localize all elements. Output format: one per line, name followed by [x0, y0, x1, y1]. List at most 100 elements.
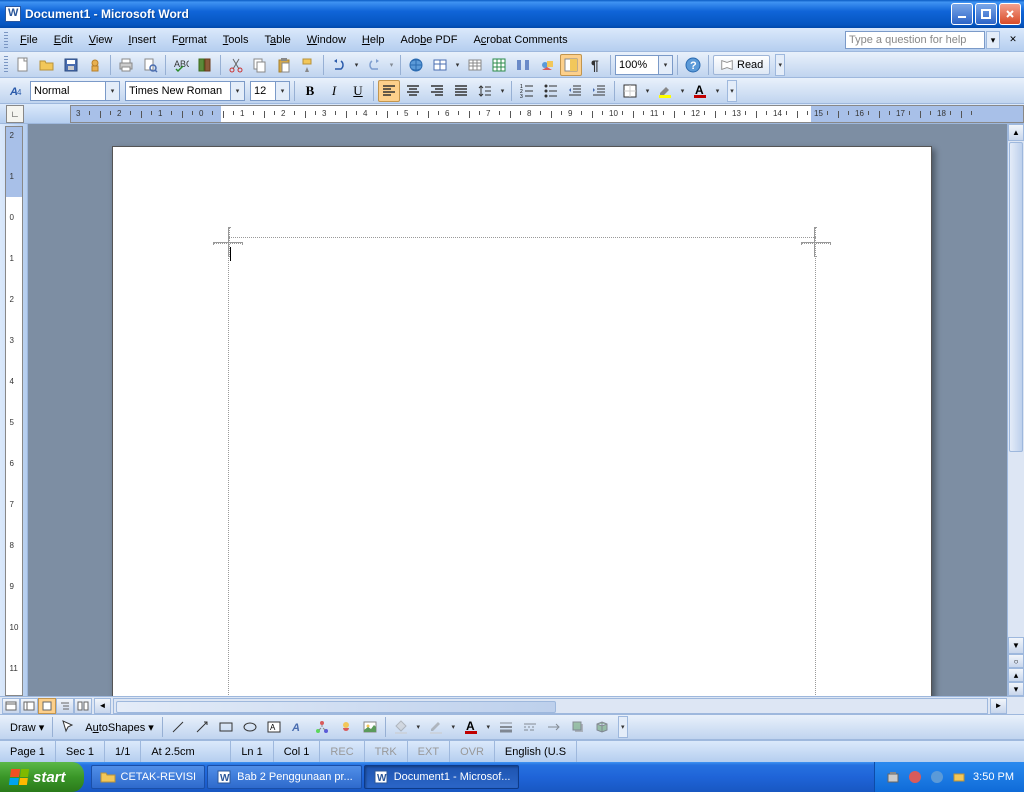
- hyperlink-button[interactable]: [405, 54, 427, 76]
- textbox-button[interactable]: A: [263, 716, 285, 738]
- help-dropdown[interactable]: ▾: [986, 31, 1000, 49]
- menu-tools[interactable]: Tools: [215, 32, 257, 48]
- menu-edit[interactable]: Edit: [46, 32, 81, 48]
- browse-object-button[interactable]: ○: [1008, 654, 1024, 668]
- tables-dropdown[interactable]: ▾: [453, 54, 462, 76]
- toolbar-options-3[interactable]: ▾: [618, 716, 628, 738]
- font-color-draw-button[interactable]: A: [460, 716, 482, 738]
- border-button[interactable]: [619, 80, 641, 102]
- scroll-left-button[interactable]: ◄: [94, 698, 111, 714]
- wordart-button[interactable]: A: [287, 716, 309, 738]
- tray-clock[interactable]: 3:50 PM: [973, 771, 1014, 783]
- menu-file[interactable]: File: [12, 32, 46, 48]
- toolbar-options[interactable]: ▾: [775, 54, 785, 76]
- undo-button[interactable]: [328, 54, 350, 76]
- menu-adobe-pdf[interactable]: Adobe PDF: [393, 32, 466, 48]
- decrease-indent-button[interactable]: [564, 80, 586, 102]
- size-dropdown[interactable]: ▾: [276, 81, 290, 101]
- close-doc-button[interactable]: ✕: [1006, 31, 1020, 49]
- italic-button[interactable]: I: [323, 80, 345, 102]
- drawing-button[interactable]: [536, 54, 558, 76]
- open-button[interactable]: [36, 54, 58, 76]
- draw-menu[interactable]: Draw ▾: [6, 719, 48, 736]
- tab-selector[interactable]: ∟: [6, 105, 24, 123]
- highlight-dropdown[interactable]: ▾: [678, 80, 687, 102]
- print-preview-button[interactable]: [139, 54, 161, 76]
- scroll-down-button[interactable]: ▼: [1008, 637, 1024, 654]
- font-combo[interactable]: ▾: [125, 81, 245, 101]
- line-button[interactable]: [167, 716, 189, 738]
- status-ext[interactable]: EXT: [408, 741, 450, 762]
- bullets-button[interactable]: [540, 80, 562, 102]
- font-color-button[interactable]: A: [689, 80, 711, 102]
- size-input[interactable]: [250, 81, 276, 101]
- excel-button[interactable]: [488, 54, 510, 76]
- autoshapes-menu[interactable]: AutoShapes ▾: [81, 719, 158, 736]
- underline-button[interactable]: U: [347, 80, 369, 102]
- toolbar-options-2[interactable]: ▾: [727, 80, 737, 102]
- style-dropdown[interactable]: ▾: [106, 81, 120, 101]
- font-dropdown[interactable]: ▾: [231, 81, 245, 101]
- fill-color-dropdown[interactable]: ▾: [414, 716, 423, 738]
- menu-table[interactable]: Table: [256, 32, 298, 48]
- paste-button[interactable]: [273, 54, 295, 76]
- show-hide-button[interactable]: ¶: [584, 54, 606, 76]
- tables-borders-button[interactable]: [429, 54, 451, 76]
- highlight-button[interactable]: [654, 80, 676, 102]
- menu-window[interactable]: Window: [299, 32, 354, 48]
- line-color-dropdown[interactable]: ▾: [449, 716, 458, 738]
- justify-button[interactable]: [450, 80, 472, 102]
- document-page[interactable]: [112, 146, 932, 696]
- copy-button[interactable]: [249, 54, 271, 76]
- zoom-combo[interactable]: ▾: [615, 55, 673, 75]
- line-spacing-dropdown[interactable]: ▾: [498, 80, 507, 102]
- minimize-button[interactable]: [951, 3, 973, 25]
- print-button[interactable]: [115, 54, 137, 76]
- scroll-right-button[interactable]: ►: [990, 698, 1007, 714]
- vertical-ruler[interactable]: 210123456789101112: [5, 126, 23, 696]
- fill-color-button[interactable]: [390, 716, 412, 738]
- close-button[interactable]: [999, 3, 1021, 25]
- menu-insert[interactable]: Insert: [120, 32, 164, 48]
- undo-dropdown[interactable]: ▾: [352, 54, 361, 76]
- zoom-dropdown[interactable]: ▾: [659, 55, 673, 75]
- bold-button[interactable]: B: [299, 80, 321, 102]
- shadow-style-button[interactable]: [567, 716, 589, 738]
- border-dropdown[interactable]: ▾: [643, 80, 652, 102]
- increase-indent-button[interactable]: [588, 80, 610, 102]
- normal-view-button[interactable]: [2, 698, 20, 714]
- prev-page-button[interactable]: ▴: [1008, 668, 1024, 682]
- maximize-button[interactable]: [975, 3, 997, 25]
- arrow-button[interactable]: [191, 716, 213, 738]
- taskbar-item-folder[interactable]: CETAK-REVISI: [91, 765, 206, 789]
- hscroll-track[interactable]: [113, 698, 988, 714]
- rectangle-button[interactable]: [215, 716, 237, 738]
- read-button[interactable]: Read: [713, 55, 770, 75]
- next-page-button[interactable]: ▾: [1008, 682, 1024, 696]
- web-layout-view-button[interactable]: [20, 698, 38, 714]
- diagram-button[interactable]: [311, 716, 333, 738]
- menu-acrobat-comments[interactable]: Acrobat Comments: [465, 32, 575, 48]
- redo-dropdown[interactable]: ▾: [387, 54, 396, 76]
- redo-button[interactable]: [363, 54, 385, 76]
- status-rec[interactable]: REC: [320, 741, 364, 762]
- cut-button[interactable]: [225, 54, 247, 76]
- line-style-button[interactable]: [495, 716, 517, 738]
- size-combo[interactable]: ▾: [250, 81, 290, 101]
- dash-style-button[interactable]: [519, 716, 541, 738]
- zoom-input[interactable]: [615, 55, 659, 75]
- font-color-draw-dropdown[interactable]: ▾: [484, 716, 493, 738]
- vertical-scrollbar[interactable]: ▲ ▼ ○ ▴ ▾: [1007, 124, 1024, 696]
- document-canvas[interactable]: [28, 124, 1007, 696]
- format-painter-button[interactable]: [297, 54, 319, 76]
- document-map-button[interactable]: [560, 54, 582, 76]
- outline-view-button[interactable]: [56, 698, 74, 714]
- tray-icon-1[interactable]: [885, 769, 901, 785]
- taskbar-item-word-2[interactable]: W Document1 - Microsof...: [364, 765, 520, 789]
- permission-button[interactable]: [84, 54, 106, 76]
- print-layout-view-button[interactable]: [38, 698, 56, 714]
- reading-layout-view-button[interactable]: [74, 698, 92, 714]
- scroll-thumb[interactable]: [1009, 142, 1023, 452]
- save-button[interactable]: [60, 54, 82, 76]
- help-button[interactable]: ?: [682, 54, 704, 76]
